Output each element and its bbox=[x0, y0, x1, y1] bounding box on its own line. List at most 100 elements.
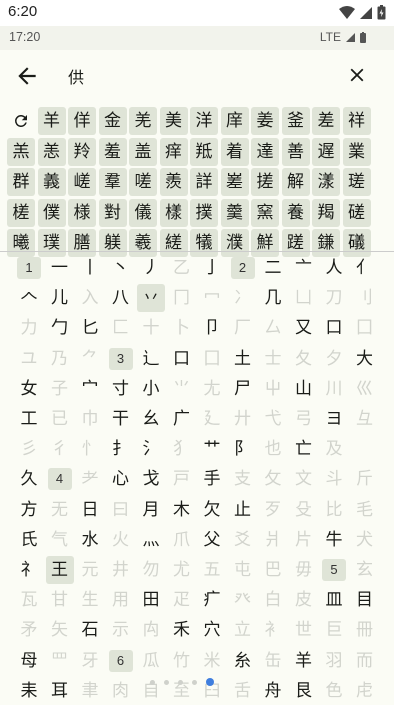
radical-key[interactable]: 耂 bbox=[76, 465, 104, 493]
radical-key[interactable]: 曰 bbox=[107, 496, 135, 524]
radical-key[interactable]: 礻 bbox=[15, 556, 43, 584]
radical-key[interactable]: 夂 bbox=[290, 345, 318, 373]
radical-key[interactable]: 气 bbox=[46, 526, 74, 554]
radical-key[interactable]: 殳 bbox=[290, 496, 318, 524]
radical-key[interactable]: 支 bbox=[229, 465, 257, 493]
result-kanji[interactable]: 祥 bbox=[342, 107, 371, 135]
radical-key[interactable]: 亅 bbox=[198, 254, 226, 282]
radical-key[interactable]: 矢 bbox=[46, 616, 74, 644]
radical-key[interactable]: 阝 bbox=[229, 435, 257, 463]
radical-key[interactable]: 戈 bbox=[137, 465, 165, 493]
result-kanji[interactable]: 羝 bbox=[190, 137, 218, 166]
radical-key[interactable]: 癶 bbox=[229, 586, 257, 614]
radical-key[interactable]: 丿 bbox=[137, 254, 165, 282]
result-kanji[interactable]: 美 bbox=[159, 107, 188, 135]
result-kanji[interactable]: 金 bbox=[98, 107, 127, 135]
radical-key[interactable]: 囗 bbox=[198, 345, 226, 373]
radical-key[interactable]: 冂 bbox=[168, 284, 196, 312]
radical-key[interactable]: 止 bbox=[229, 496, 257, 524]
radical-key[interactable]: 牙 bbox=[76, 647, 104, 675]
radical-key[interactable]: 也 bbox=[259, 435, 287, 463]
radical-key[interactable]: 人 bbox=[320, 254, 348, 282]
radical-key[interactable]: 乃 bbox=[46, 345, 74, 373]
radical-key[interactable]: 世 bbox=[290, 616, 318, 644]
radical-key[interactable]: 而 bbox=[351, 647, 379, 675]
radical-key[interactable]: 耒 bbox=[15, 677, 43, 705]
radical-key[interactable]: 色 bbox=[320, 677, 348, 705]
radical-key[interactable]: 廴 bbox=[198, 405, 226, 433]
radical-key[interactable]: 五 bbox=[198, 556, 226, 584]
radical-key[interactable]: 夕 bbox=[320, 345, 348, 373]
radical-key[interactable]: 犬 bbox=[351, 526, 379, 554]
result-kanji[interactable]: 槎 bbox=[7, 198, 35, 227]
result-kanji[interactable]: 撲 bbox=[190, 198, 218, 227]
radical-key[interactable]: 井 bbox=[107, 556, 135, 584]
radical-key[interactable]: 干 bbox=[107, 405, 135, 433]
radical-key[interactable]: 厶 bbox=[259, 314, 287, 342]
result-kanji[interactable]: 鎌 bbox=[312, 229, 340, 257]
radical-key[interactable]: 方 bbox=[15, 496, 43, 524]
radical-key[interactable]: 匚 bbox=[107, 314, 135, 342]
radical-key[interactable]: 弓 bbox=[290, 405, 318, 433]
radical-key[interactable]: 氵 bbox=[137, 435, 165, 463]
result-kanji[interactable]: 縒 bbox=[159, 229, 188, 257]
radical-key[interactable]: 亡 bbox=[290, 435, 318, 463]
radical-key[interactable]: 厂 bbox=[229, 314, 257, 342]
radical-key[interactable]: 皿 bbox=[320, 586, 348, 614]
close-icon[interactable] bbox=[346, 64, 368, 86]
result-kanji[interactable]: 痒 bbox=[159, 137, 188, 166]
result-kanji[interactable]: 膳 bbox=[68, 229, 96, 257]
radical-key[interactable]: 彳 bbox=[46, 435, 74, 463]
page-dot[interactable] bbox=[150, 679, 155, 685]
radical-key[interactable]: 禾 bbox=[168, 616, 196, 644]
radical-key[interactable]: 无 bbox=[46, 496, 74, 524]
radical-key[interactable]: 衤 bbox=[259, 616, 287, 644]
radical-key[interactable]: 石 bbox=[76, 616, 104, 644]
radical-key[interactable]: 口 bbox=[320, 314, 348, 342]
radical-key[interactable]: 氏 bbox=[15, 526, 43, 554]
result-kanji[interactable]: 様 bbox=[68, 198, 96, 227]
radical-key[interactable]: 欠 bbox=[198, 496, 226, 524]
result-kanji[interactable]: 佯 bbox=[68, 107, 96, 135]
radical-key[interactable]: 入 bbox=[76, 284, 104, 312]
radical-key[interactable]: 矛 bbox=[15, 616, 43, 644]
radical-key[interactable]: 子 bbox=[46, 375, 74, 403]
radical-key[interactable]: 川 bbox=[320, 375, 348, 403]
radical-key[interactable]: 虍 bbox=[351, 677, 379, 705]
radical-key[interactable]: 亻 bbox=[351, 254, 379, 282]
radical-key[interactable]: 尸 bbox=[229, 375, 257, 403]
radical-key[interactable]: 冊 bbox=[351, 616, 379, 644]
radical-key[interactable]: 口 bbox=[168, 345, 196, 373]
radical-key[interactable]: 卜 bbox=[168, 314, 196, 342]
radical-key[interactable]: 斗 bbox=[320, 465, 348, 493]
page-dot[interactable] bbox=[178, 679, 183, 685]
radical-key[interactable]: 士 bbox=[259, 345, 287, 373]
radical-key[interactable]: 心 bbox=[107, 465, 135, 493]
search-query[interactable]: 供 bbox=[68, 64, 84, 88]
radical-key[interactable]: 立 bbox=[229, 616, 257, 644]
radical-key[interactable]: 又 bbox=[290, 314, 318, 342]
result-kanji[interactable]: 盖 bbox=[129, 137, 157, 166]
radical-key[interactable]: 久 bbox=[15, 465, 43, 493]
radical-key[interactable]: 田 bbox=[137, 586, 165, 614]
result-kanji[interactable]: 解 bbox=[281, 168, 310, 196]
radical-key[interactable]: 巛 bbox=[351, 375, 379, 403]
radical-key[interactable]: 示 bbox=[107, 616, 135, 644]
result-kanji[interactable]: 羨 bbox=[159, 168, 188, 196]
radical-key[interactable]: 屯 bbox=[229, 556, 257, 584]
radical-key[interactable]: 目 bbox=[351, 586, 379, 614]
radical-key[interactable]: 勿 bbox=[137, 556, 165, 584]
result-kanji[interactable]: 搓 bbox=[251, 168, 279, 196]
result-kanji[interactable]: 羯 bbox=[312, 198, 340, 227]
radical-key[interactable]: 亠 bbox=[290, 254, 318, 282]
radical-key[interactable]: 戸 bbox=[168, 465, 196, 493]
radical-key[interactable]: 刂 bbox=[351, 284, 379, 312]
radical-key[interactable]: ⺌ bbox=[168, 375, 196, 403]
radical-key[interactable]: 彑 bbox=[351, 405, 379, 433]
radical-key[interactable]: 用 bbox=[107, 586, 135, 614]
result-kanji[interactable]: 儀 bbox=[129, 198, 157, 227]
radical-key[interactable]: 山 bbox=[290, 375, 318, 403]
radical-key[interactable]: 冖 bbox=[198, 284, 226, 312]
radical-key[interactable]: 土 bbox=[229, 345, 257, 373]
arrow-left-icon[interactable] bbox=[14, 63, 40, 89]
